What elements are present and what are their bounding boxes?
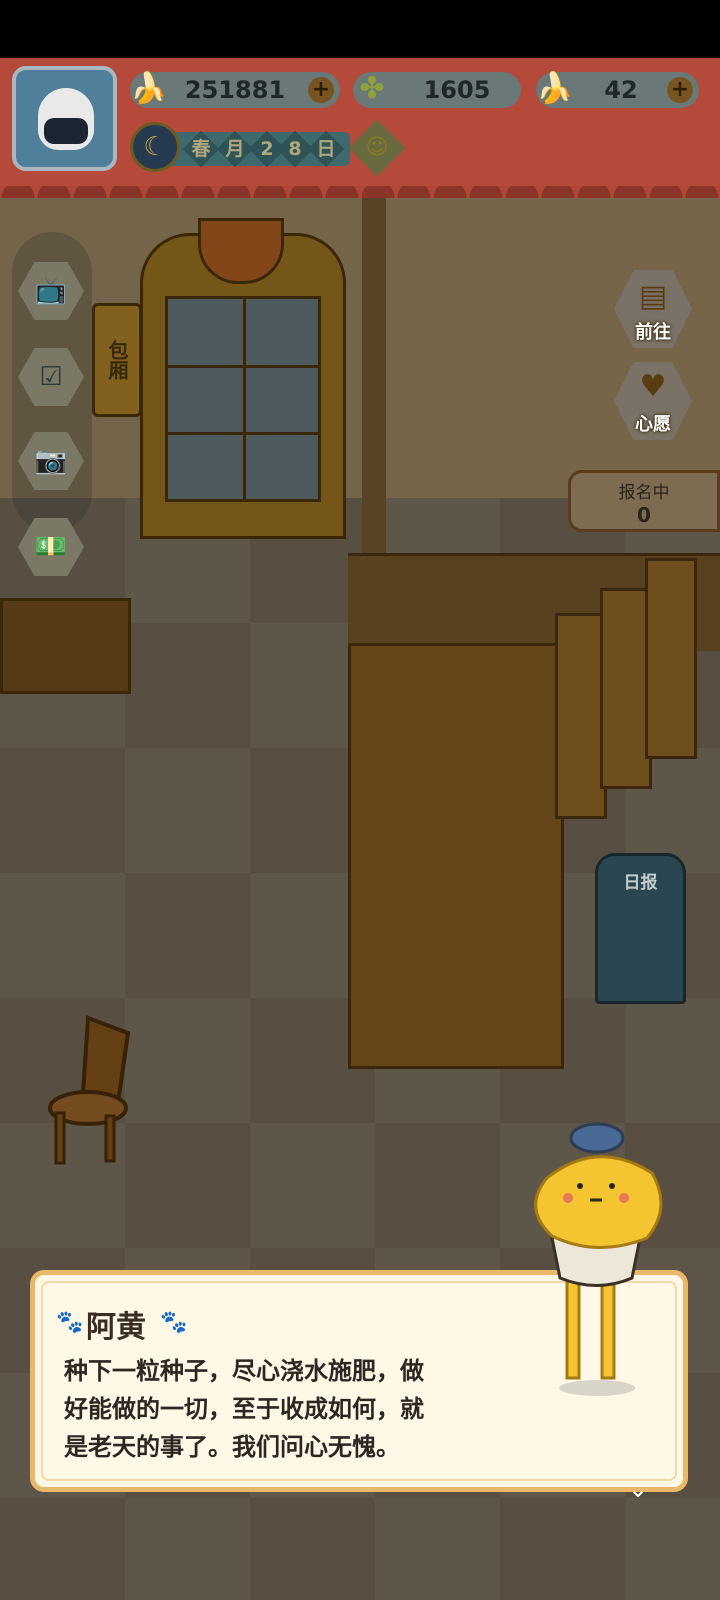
clover-value: 1605 xyxy=(423,76,491,104)
banana-counter: 🍌 251881 + xyxy=(130,71,340,108)
heart-book-icon: ♥ xyxy=(639,369,667,404)
dialogue-line: 种下一粒种子，尽心浇水施肥，做 xyxy=(64,1357,424,1385)
signboard-icon: ▤ xyxy=(638,279,668,314)
checklist-icon: ☑ xyxy=(39,362,63,392)
tv-icon: 📺 xyxy=(34,276,68,306)
paw-icon: 🐾 xyxy=(160,1310,188,1335)
paw-icon: 🐾 xyxy=(56,1310,84,1335)
dialogue-text: 种下一粒种子，尽心浇水施肥，做 好能做的一切，至于收成如何，就 是老天的事了。我… xyxy=(64,1352,514,1466)
signup-panel[interactable]: 报名中 0 xyxy=(568,470,720,532)
status-bar xyxy=(0,0,720,58)
ahuang-dog-character xyxy=(534,1122,663,1396)
signup-count: 0 xyxy=(637,503,651,527)
chevron-down-icon[interactable]: ⌄ xyxy=(618,1474,658,1504)
add-blue-banana-button[interactable]: + xyxy=(667,77,693,103)
dialogue-line: 好能做的一切，至于收成如何，就 xyxy=(64,1395,424,1423)
calendar-day-suffix: 日 xyxy=(316,138,336,160)
calendar-month: 月 xyxy=(225,138,245,160)
calendar-day-tens: 2 xyxy=(260,138,274,160)
calendar-day-ones: 8 xyxy=(288,138,302,160)
sun-icon: ☺ xyxy=(365,135,389,160)
blue-banana-icon: 🍌 xyxy=(536,71,574,106)
banana-icon: 🍌 xyxy=(130,71,168,106)
money-icon: 💵 xyxy=(34,532,68,562)
goto-label: 前往 xyxy=(635,322,671,343)
camera-icon: 📷 xyxy=(34,446,68,476)
add-banana-button[interactable]: + xyxy=(308,77,334,103)
clover-icon: ✤ xyxy=(359,71,385,106)
signup-label: 报名中 xyxy=(618,483,670,503)
calendar-season: 春 xyxy=(191,138,211,160)
wish-label: 心愿 xyxy=(635,414,671,435)
player-avatar[interactable] xyxy=(12,66,117,171)
clover-counter: ✤ 1605 xyxy=(353,71,521,108)
blue-banana-counter: 🍌 42 + xyxy=(536,71,699,108)
speaker-name: 阿黄 xyxy=(86,1310,146,1345)
banana-value: 251881 xyxy=(184,76,286,104)
dialogue-line: 是老天的事了。我们问心无愧。 xyxy=(64,1433,400,1461)
calendar-bar[interactable]: 春 月 2 8 日 xyxy=(150,130,350,168)
blue-banana-value: 42 xyxy=(604,76,638,104)
moon-icon: ☾ xyxy=(130,122,180,172)
